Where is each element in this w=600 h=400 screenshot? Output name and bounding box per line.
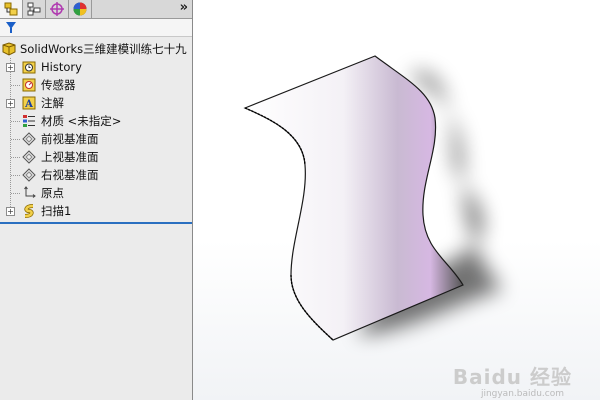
tree-item-label: History <box>41 60 82 74</box>
tree-item-front-plane[interactable]: 前视基准面 <box>0 130 192 148</box>
expand-toggle[interactable]: + <box>6 63 15 72</box>
tree-item-label: 上视基准面 <box>41 150 99 164</box>
tree-item-label: 传感器 <box>41 78 76 92</box>
watermark-url: jingyan.baidu.com <box>480 389 564 399</box>
feature-tree-icon <box>4 2 18 16</box>
tree-item-origin[interactable]: 原点 <box>0 184 192 202</box>
expand-toggle[interactable]: + <box>6 99 15 108</box>
svg-text:A: A <box>24 99 33 110</box>
tree-connector-h <box>11 193 20 194</box>
sweep-icon <box>24 204 34 218</box>
tree-connector-h <box>11 85 20 86</box>
rollback-bar[interactable] <box>0 222 192 224</box>
feature-manager-panel: » SolidWorks三维建模训练七十九 + History 传感器 + A … <box>0 0 193 400</box>
appearance-icon <box>73 2 87 16</box>
tree-item-label: 原点 <box>41 186 64 200</box>
tree-root[interactable]: SolidWorks三维建模训练七十九 <box>0 40 192 58</box>
tree-connector-h <box>11 121 20 122</box>
property-manager-icon <box>27 2 41 16</box>
filter-bar[interactable] <box>0 19 192 37</box>
tree-item-label: 右视基准面 <box>41 168 99 182</box>
tree-item-top-plane[interactable]: 上视基准面 <box>0 148 192 166</box>
plane-icon <box>22 132 36 146</box>
tree-item-label: 扫描1 <box>41 204 72 218</box>
tree-item-material[interactable]: 材质 <未指定> <box>0 112 192 130</box>
tab-feature-manager[interactable] <box>0 0 23 18</box>
tree-item-label: 材质 <未指定> <box>41 114 122 128</box>
plane-icon <box>22 168 36 182</box>
material-icon <box>23 115 35 127</box>
swept-surface-model[interactable] <box>193 0 600 400</box>
tree-item-annotations[interactable]: + A 注解 <box>0 94 192 112</box>
tree-item-sensors[interactable]: 传感器 <box>0 76 192 94</box>
tab-appearance-manager[interactable] <box>69 0 92 18</box>
tree-connector-h <box>11 157 20 158</box>
crosshair-icon <box>50 2 64 16</box>
tab-property-manager[interactable] <box>23 0 46 18</box>
graphics-viewport[interactable]: Baidu 经验 jingyan.baidu.com <box>193 0 600 400</box>
panel-tabbar: » <box>0 0 192 19</box>
origin-icon <box>24 186 36 198</box>
tree-item-label: 前视基准面 <box>41 132 99 146</box>
tree-item-history[interactable]: + History <box>0 58 192 76</box>
watermark-logo: Baidu 经验 <box>452 365 572 389</box>
tree-item-right-plane[interactable]: 右视基准面 <box>0 166 192 184</box>
tab-configuration-manager[interactable] <box>46 0 69 18</box>
sensor-icon <box>22 78 36 92</box>
more-tabs-button[interactable]: » <box>180 0 188 18</box>
history-icon <box>22 61 36 74</box>
tree-root-label: SolidWorks三维建模训练七十九 <box>20 42 187 56</box>
tree-connector-h <box>11 175 20 176</box>
tree-item-label: 注解 <box>41 96 64 110</box>
tree-item-sweep1[interactable]: + 扫描1 <box>0 202 192 220</box>
part-icon <box>2 42 16 56</box>
filter-icon[interactable] <box>6 22 16 33</box>
expand-toggle[interactable]: + <box>6 207 15 216</box>
tree-connector-h <box>11 139 20 140</box>
annotation-icon: A <box>22 96 36 110</box>
plane-icon <box>22 150 36 164</box>
